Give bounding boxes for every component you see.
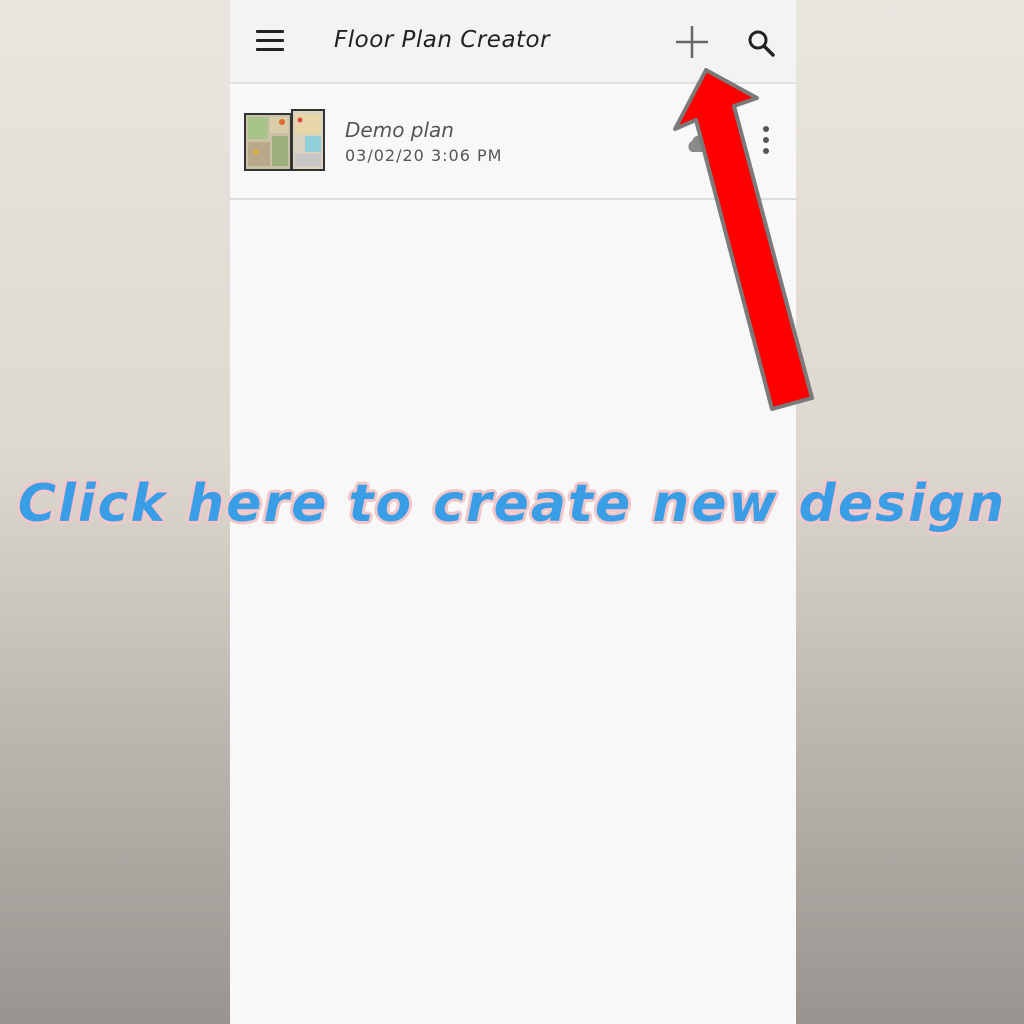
add-plan-button[interactable] (674, 24, 710, 60)
instruction-caption: Click here to create new design (17, 474, 1007, 534)
plan-date: 03/02/20 3:06 PM (345, 146, 503, 165)
cloud-icon (688, 135, 715, 152)
search-icon (748, 30, 775, 57)
plan-list-item[interactable]: Demo plan 03/02/20 3:06 PM (230, 84, 796, 200)
more-vert-icon[interactable] (760, 126, 772, 156)
plan-name: Demo plan (345, 118, 454, 142)
app-title: Floor Plan Creator (334, 27, 551, 53)
search-button[interactable] (746, 28, 776, 58)
hamburger-menu-icon[interactable] (256, 30, 284, 52)
plus-icon (676, 26, 708, 58)
floor-plan-thumbnail (244, 109, 325, 171)
app-bar: Floor Plan Creator (230, 0, 796, 84)
